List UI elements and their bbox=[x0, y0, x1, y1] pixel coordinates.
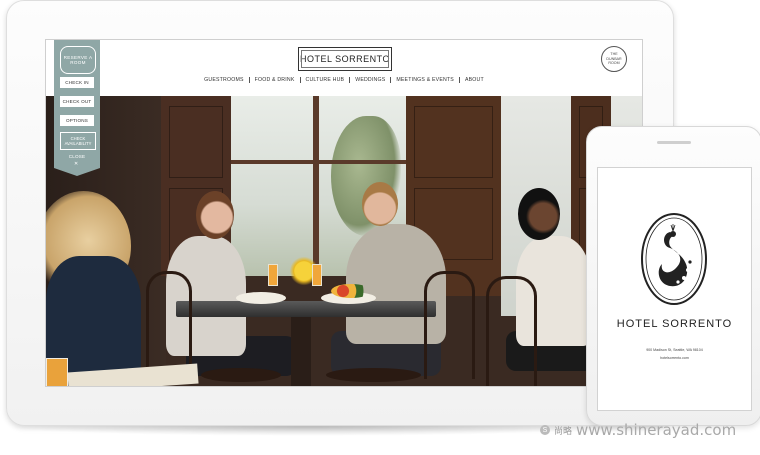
phone-website-link[interactable]: hotelsorrento.com bbox=[598, 356, 751, 360]
reserve-room-heading[interactable]: RESERVE A ROOM bbox=[60, 46, 96, 74]
tablet-device: HOTEL SORRENTO GUESTROOMS FOOD & DRINK C… bbox=[6, 0, 674, 426]
watermark-url: www.shinerayad.com bbox=[576, 421, 737, 439]
hotel-logo[interactable]: HOTEL SORRENTO bbox=[298, 47, 392, 71]
options-button[interactable]: OPTIONS bbox=[60, 115, 94, 126]
phone-address: 900 Madison St, Seattle, WA 98104 bbox=[646, 348, 703, 352]
tablet-screen: HOTEL SORRENTO GUESTROOMS FOOD & DRINK C… bbox=[45, 39, 643, 387]
dunbar-room-badge[interactable]: THE DUNBAR ROOM bbox=[601, 46, 627, 72]
watermark-cn-text: 尚略 bbox=[554, 425, 573, 436]
nav-item-meetings-events[interactable]: MEETINGS & EVENTS bbox=[391, 77, 460, 83]
hotel-logo-text: HOTEL SORRENTO bbox=[299, 54, 390, 64]
phone-hotel-title: HOTEL SORRENTO bbox=[616, 318, 733, 330]
site-header: HOTEL SORRENTO GUESTROOMS FOOD & DRINK C… bbox=[46, 40, 642, 96]
hero-photo bbox=[46, 96, 642, 386]
nav-item-about[interactable]: ABOUT bbox=[460, 77, 489, 83]
check-in-button[interactable]: CHECK IN bbox=[60, 77, 94, 88]
nav-item-food-drink[interactable]: FOOD & DRINK bbox=[250, 77, 301, 83]
phone-screen: HOTEL SORRENTO 900 Madison St, Seattle, … bbox=[597, 167, 752, 411]
phone-device: HOTEL SORRENTO 900 Madison St, Seattle, … bbox=[586, 126, 760, 426]
check-out-button[interactable]: CHECK OUT bbox=[60, 96, 94, 107]
close-button[interactable]: CLOSE bbox=[54, 154, 100, 159]
peacock-emblem-icon bbox=[641, 213, 707, 305]
check-availability-button[interactable]: CHECK AVAILABILITY bbox=[60, 132, 96, 150]
nav-item-guestrooms[interactable]: GUESTROOMS bbox=[199, 77, 250, 83]
reserve-room-label: RESERVE A ROOM bbox=[63, 54, 93, 66]
dunbar-room-badge-text: THE DUNBAR ROOM bbox=[606, 52, 622, 66]
main-nav: GUESTROOMS FOOD & DRINK CULTURE HUB WEDD… bbox=[46, 77, 642, 83]
close-icon[interactable]: ✕ bbox=[74, 161, 78, 167]
reserve-panel: RESERVE A ROOM CHECK IN CHECK OUT OPTION… bbox=[54, 40, 100, 176]
watermark-logo-icon: S bbox=[540, 425, 550, 435]
phone-speaker bbox=[657, 141, 691, 144]
nav-item-culture-hub[interactable]: CULTURE HUB bbox=[301, 77, 351, 83]
watermark: S 尚略 www.shinerayad.com bbox=[540, 421, 736, 439]
nav-item-weddings[interactable]: WEDDINGS bbox=[350, 77, 392, 83]
